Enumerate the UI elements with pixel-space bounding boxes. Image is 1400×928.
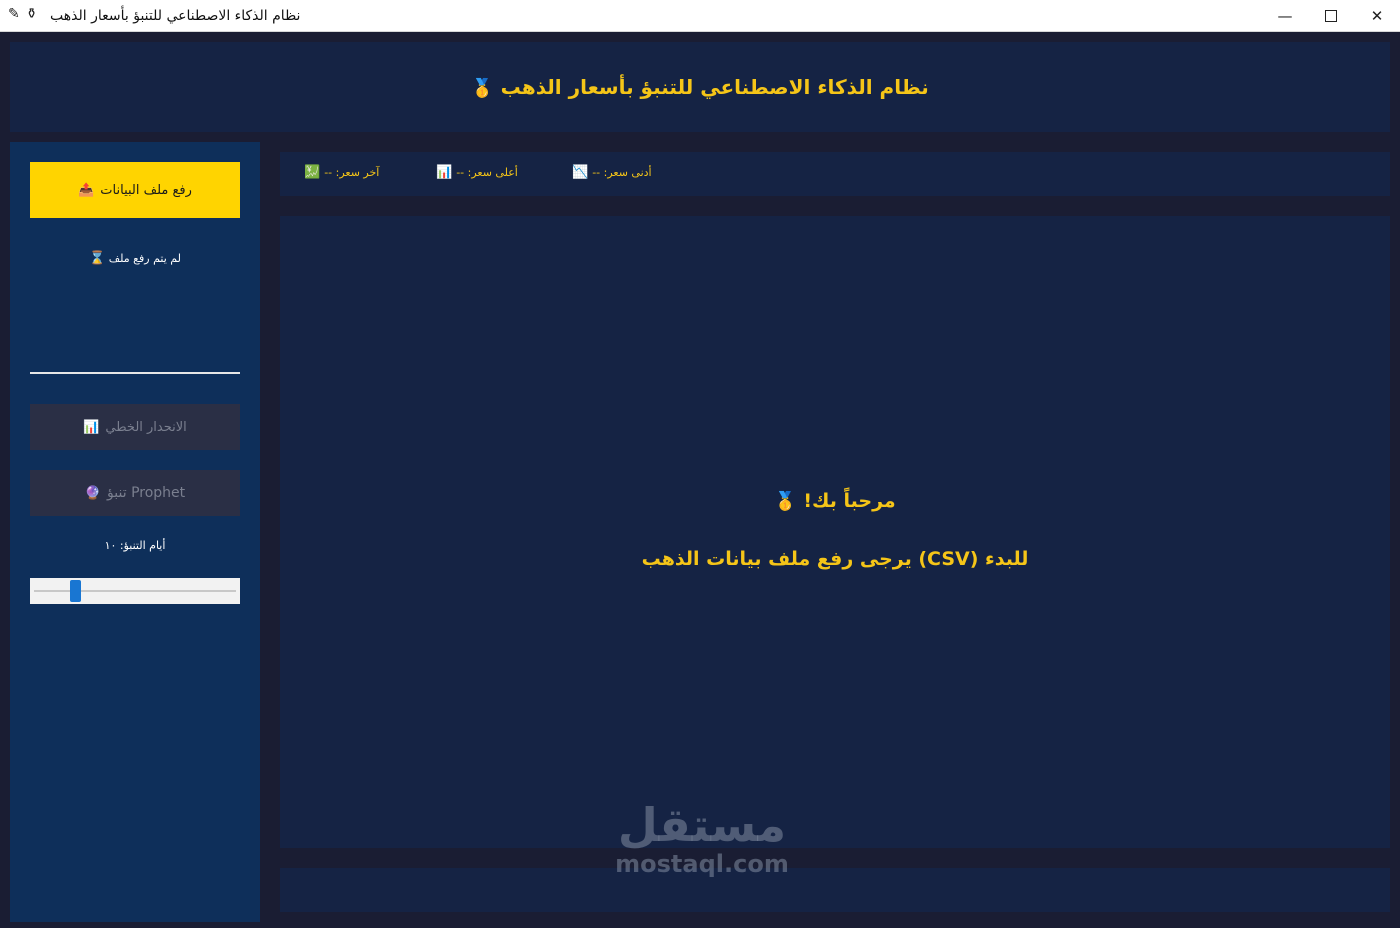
file-status-text: لم يتم رفع ملف [108, 252, 181, 265]
gold-medal-icon: 🥇 [774, 491, 797, 512]
upload-icon: 📤 [78, 182, 95, 198]
watermark-english: mostaql.com [615, 850, 789, 878]
slider-track [34, 590, 236, 592]
main-content-panel: مرحباً بك! 🥇 للبدء (CSV) يرجى رفع ملف بي… [280, 216, 1390, 848]
bar-chart-icon: 📊 [83, 419, 100, 435]
upload-button-label: رفع ملف البيانات [100, 182, 192, 198]
watermark-arabic: مستقل [617, 798, 787, 852]
forecast-days-slider[interactable] [30, 578, 240, 604]
maximize-icon [1325, 10, 1337, 22]
app-icons: ✎ ⚱ [8, 6, 37, 22]
close-button[interactable]: ✕ [1354, 0, 1400, 32]
slider-thumb[interactable] [70, 580, 81, 602]
window-title: نظام الذكاء الاصطناعي للتنبؤ بأسعار الذه… [50, 8, 301, 24]
last-price-stat: 💹 آخر سعر: -- [304, 166, 379, 179]
low-price-label: أدنى سعر: -- [592, 166, 652, 179]
forecast-days-label: أيام التنبؤ: ١٠ [104, 539, 166, 552]
high-price-label: أعلى سعر: -- [456, 166, 518, 179]
welcome-title: مرحباً بك! 🥇 [280, 490, 1390, 512]
high-price-stat: 📊 أعلى سعر: -- [436, 166, 518, 179]
minimize-icon: — [1277, 7, 1293, 25]
status-footer-bar [280, 868, 1390, 912]
sidebar-divider [30, 372, 240, 374]
medal-app-icon: ⚱ [25, 6, 38, 22]
mostaql-watermark: مستقل mostaql.com [612, 800, 792, 890]
low-price-stat: 📉 أدنى سعر: -- [572, 166, 652, 179]
minimize-button[interactable]: — [1262, 0, 1308, 32]
upload-data-button[interactable]: رفع ملف البيانات 📤 [30, 162, 240, 218]
maximize-button[interactable] [1308, 0, 1354, 32]
prophet-forecast-label: Prophet تنبؤ [107, 485, 186, 501]
header-title-text: نظام الذكاء الاصطناعي للتنبؤ بأسعار الذه… [500, 75, 929, 99]
chart-down-icon: 📉 [572, 165, 589, 180]
last-price-label: آخر سعر: -- [324, 166, 380, 179]
app-header: نظام الذكاء الاصطناعي للتنبؤ بأسعار الذه… [10, 42, 1390, 132]
welcome-title-text: مرحباً بك! [803, 490, 896, 512]
prophet-forecast-button[interactable]: Prophet تنبؤ 🔮 [30, 470, 240, 516]
app-area: نظام الذكاء الاصطناعي للتنبؤ بأسعار الذه… [0, 32, 1400, 928]
linear-regression-label: الانحدار الخطي [105, 419, 187, 435]
price-stats-bar: 💹 آخر سعر: -- 📊 أعلى سعر: -- 📉 أدنى سعر:… [280, 152, 1390, 196]
hourglass-icon: ⌛ [89, 251, 106, 266]
app-header-title: نظام الذكاء الاصطناعي للتنبؤ بأسعار الذه… [10, 75, 1390, 99]
sidebar: رفع ملف البيانات 📤 لم يتم رفع ملف ⌛ الان… [10, 142, 260, 922]
chart-up-icon: 💹 [304, 165, 321, 180]
pen-icon: ✎ [8, 6, 20, 22]
file-status: لم يتم رفع ملف ⌛ [30, 252, 240, 265]
welcome-instructions: للبدء (CSV) يرجى رفع ملف بيانات الذهب [641, 548, 1029, 570]
window-titlebar: ✎ ⚱ نظام الذكاء الاصطناعي للتنبؤ بأسعار … [0, 0, 1400, 32]
linear-regression-button[interactable]: الانحدار الخطي 📊 [30, 404, 240, 450]
bar-chart-icon: 📊 [436, 165, 453, 180]
close-icon: ✕ [1370, 7, 1384, 25]
gold-medal-icon: 🥇 [471, 78, 494, 99]
crystal-ball-icon: 🔮 [84, 485, 102, 501]
